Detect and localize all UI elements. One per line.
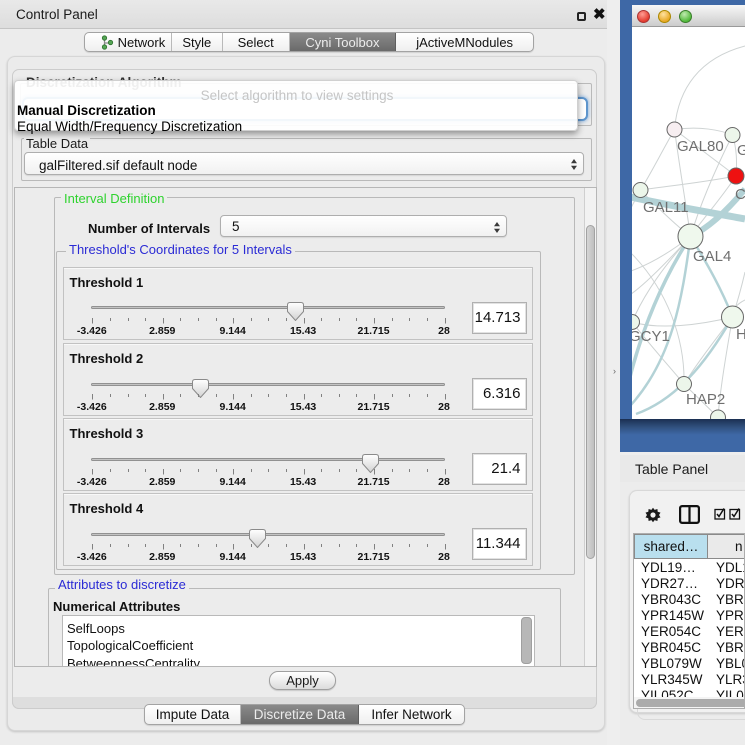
svg-text:GAL11: GAL11 <box>643 199 689 216</box>
svg-text:H: H <box>736 326 745 343</box>
svg-text:HAP2: HAP2 <box>686 391 725 408</box>
svg-text:GAL4: GAL4 <box>693 248 731 265</box>
svg-text:GCY1: GCY1 <box>632 328 670 345</box>
svg-text:G: G <box>737 142 745 159</box>
svg-text:GAL80: GAL80 <box>677 138 724 155</box>
svg-text:C: C <box>735 186 745 203</box>
